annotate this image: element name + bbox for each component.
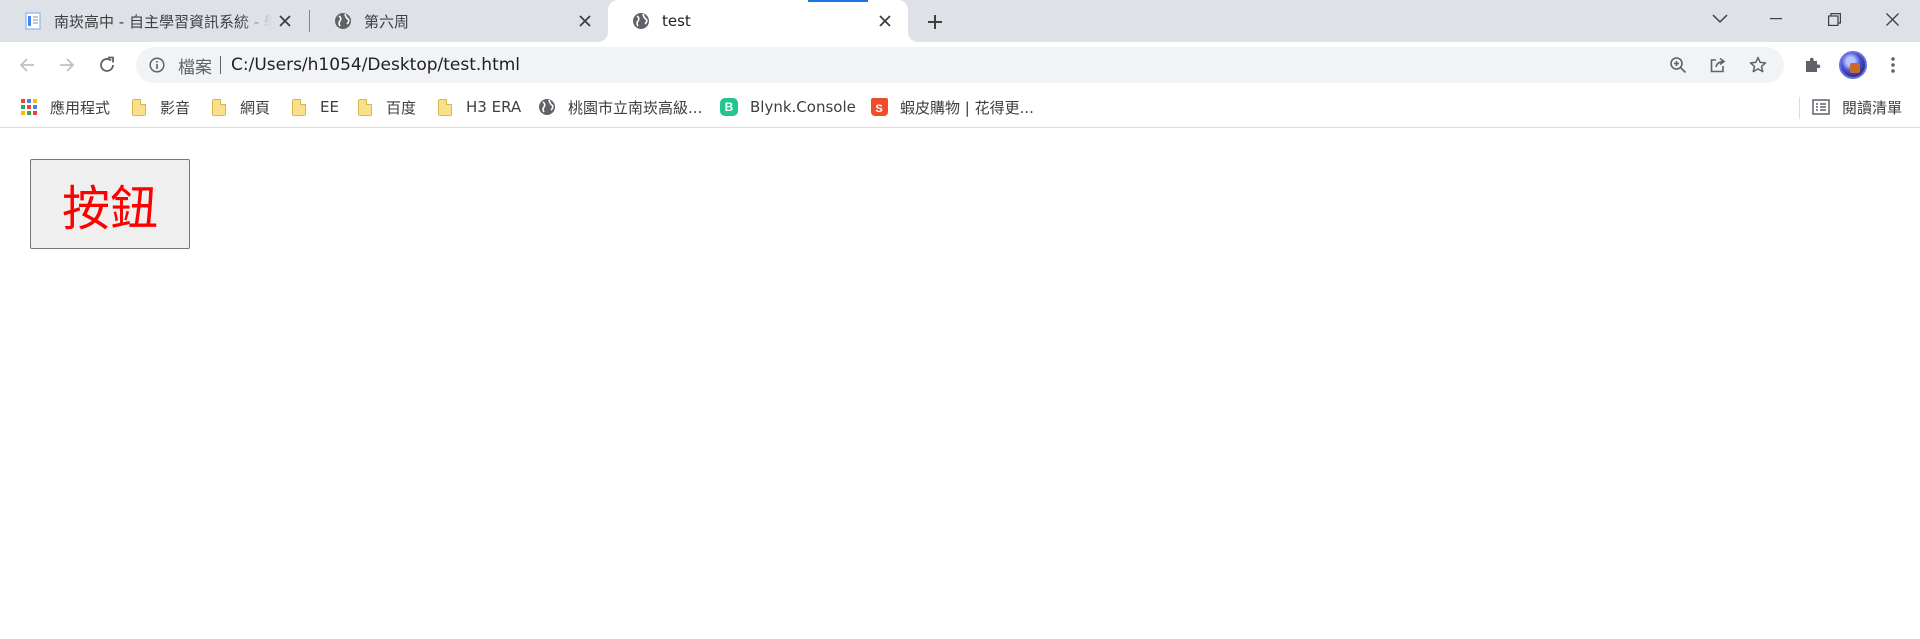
new-tab-button[interactable]	[922, 9, 948, 35]
share-icon[interactable]	[1706, 54, 1730, 76]
bookmark-label: 影音	[160, 98, 191, 117]
page-content: 按鈕	[0, 129, 1920, 639]
bookmark-label: 百度	[386, 98, 417, 117]
close-tab-icon[interactable]	[576, 12, 594, 30]
bookmarks-bar: 應用程式 影音 網頁 EE 百度 H3 ERA 桃園市立南崁高級... B Bl…	[0, 88, 1920, 128]
blynk-icon: B	[720, 98, 738, 116]
doc-icon	[24, 12, 42, 30]
plus-icon	[928, 15, 942, 29]
reload-button[interactable]	[92, 50, 122, 80]
tab-loading-indicator	[808, 0, 868, 2]
info-icon[interactable]	[148, 56, 166, 74]
puzzle-icon	[1806, 57, 1821, 72]
arrow-right-icon	[60, 58, 75, 72]
more-vert-icon	[1891, 57, 1895, 73]
bookmark-folder-baidu[interactable]: 百度	[356, 88, 416, 126]
tab-title: test	[662, 12, 691, 30]
bookmark-label: 蝦皮購物 | 花得更...	[900, 98, 1034, 117]
bookmark-label: 桃園市立南崁高級...	[568, 98, 703, 117]
close-tab-icon[interactable]	[876, 12, 894, 30]
page-button[interactable]: 按鈕	[30, 159, 190, 249]
bookmark-star-icon[interactable]	[1746, 54, 1770, 76]
globe-icon	[632, 12, 650, 30]
tab-search-button[interactable]	[1692, 0, 1748, 38]
minimize-button[interactable]	[1748, 0, 1804, 38]
browser-toolbar: 檔案 C:/Users/h1054/Desktop/test.html	[0, 42, 1920, 88]
bookmark-label: Blynk.Console	[750, 98, 856, 116]
tab-week-six[interactable]: 第六周	[310, 0, 608, 42]
tab-title: 第六周	[364, 12, 410, 31]
folder-icon	[356, 98, 374, 116]
bookmark-label: 應用程式	[50, 98, 111, 117]
reading-list-icon	[1812, 98, 1830, 116]
chevron-down-icon	[1712, 14, 1728, 24]
reading-list-button[interactable]: 閱讀清單	[1812, 88, 1902, 126]
apps-grid-icon	[20, 98, 38, 116]
bookmark-shopee[interactable]: S 蝦皮購物 | 花得更...	[870, 88, 1034, 126]
tab-strip: 南崁高中 - 自主學習資訊系統 - 學 第六周 test	[0, 0, 1920, 42]
back-button[interactable]	[12, 50, 42, 80]
minimize-icon	[1770, 18, 1782, 20]
tab-school-system[interactable]: 南崁高中 - 自主學習資訊系統 - 學	[0, 0, 308, 42]
bookmark-folder-media[interactable]: 影音	[130, 88, 190, 126]
bookmark-apps[interactable]: 應用程式	[20, 88, 110, 126]
url-text[interactable]: C:/Users/h1054/Desktop/test.html	[231, 55, 520, 75]
reading-list-label: 閱讀清單	[1842, 98, 1903, 117]
restore-button[interactable]	[1806, 0, 1862, 38]
tab-title: 南崁高中 - 自主學習資訊系統 - 學	[54, 12, 272, 31]
globe-icon	[538, 98, 556, 116]
folder-icon	[436, 98, 454, 116]
close-icon	[1885, 12, 1899, 26]
restore-icon	[1827, 12, 1841, 26]
bookmark-nankan-school[interactable]: 桃園市立南崁高級...	[538, 88, 702, 126]
profile-avatar[interactable]	[1839, 51, 1867, 79]
bookmark-blynk-console[interactable]: B Blynk.Console	[720, 88, 856, 126]
bookmark-folder-ee[interactable]: EE	[290, 88, 339, 126]
bookmark-folder-h3-era[interactable]: H3 ERA	[436, 88, 521, 126]
folder-icon	[290, 98, 308, 116]
menu-button[interactable]	[1878, 50, 1908, 80]
close-window-button[interactable]	[1864, 0, 1920, 38]
forward-button[interactable]	[52, 50, 82, 80]
bookmark-label: 網頁	[240, 98, 271, 117]
extensions-button[interactable]	[1797, 50, 1827, 80]
bookmark-label: H3 ERA	[466, 98, 522, 116]
bookmark-label: EE	[320, 98, 339, 116]
address-bar[interactable]: 檔案 C:/Users/h1054/Desktop/test.html	[136, 47, 1784, 83]
folder-icon	[130, 98, 148, 116]
arrow-left-icon	[19, 58, 34, 72]
globe-icon	[334, 12, 352, 30]
shopee-icon: S	[870, 98, 888, 116]
bookmarks-divider	[1799, 97, 1800, 119]
url-scheme-label: 檔案	[178, 57, 212, 78]
bookmark-folder-web[interactable]: 網頁	[210, 88, 270, 126]
reload-icon	[100, 56, 114, 72]
url-divider	[220, 56, 221, 74]
omnibox-actions	[1666, 54, 1770, 76]
close-tab-icon[interactable]	[276, 12, 294, 30]
folder-icon	[210, 98, 228, 116]
zoom-icon[interactable]	[1666, 54, 1690, 76]
tab-test[interactable]: test	[598, 0, 918, 42]
